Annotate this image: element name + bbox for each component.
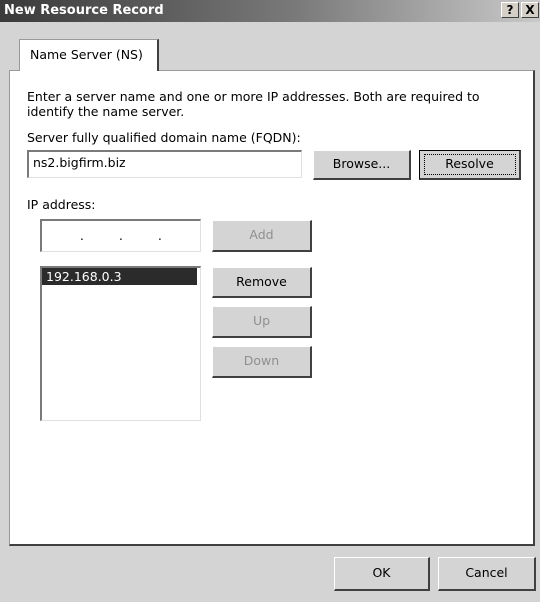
ip-octet-separator: . bbox=[119, 229, 123, 243]
help-button[interactable]: ? bbox=[501, 2, 519, 18]
title-bar[interactable]: New Resource Record ? X bbox=[0, 0, 540, 22]
instructions-text: Enter a server name and one or more IP a… bbox=[27, 89, 480, 119]
down-button[interactable]: Down bbox=[212, 346, 312, 378]
remove-label: Remove bbox=[236, 274, 287, 289]
list-item[interactable]: 192.168.0.3 bbox=[42, 268, 197, 285]
browse-button[interactable]: Browse... bbox=[313, 150, 411, 180]
browse-label: Browse... bbox=[332, 156, 391, 171]
ip-octet-separator: . bbox=[80, 229, 84, 243]
add-label: Add bbox=[249, 227, 274, 242]
ip-octet-separator: . bbox=[158, 229, 162, 243]
close-button[interactable]: X bbox=[521, 2, 539, 18]
cancel-label: Cancel bbox=[465, 565, 508, 580]
ok-button[interactable]: OK bbox=[334, 557, 430, 591]
fqdn-input[interactable]: ns2.bigfirm.biz bbox=[27, 150, 302, 178]
ip-address-label: IP address: bbox=[27, 197, 96, 212]
ok-label: OK bbox=[372, 565, 391, 580]
cancel-button[interactable]: Cancel bbox=[438, 557, 536, 591]
tab-label: Name Server (NS) bbox=[30, 47, 143, 62]
tab-name-server[interactable]: Name Server (NS) bbox=[19, 39, 159, 71]
fqdn-value: ns2.bigfirm.biz bbox=[33, 155, 126, 170]
ip-address-list[interactable]: 192.168.0.3 bbox=[40, 266, 201, 421]
fqdn-label: Server fully qualified domain name (FQDN… bbox=[27, 130, 301, 145]
down-label: Down bbox=[243, 353, 280, 368]
up-label: Up bbox=[252, 313, 271, 328]
add-button[interactable]: Add bbox=[212, 220, 312, 252]
ip-address-input[interactable]: . . . bbox=[40, 219, 201, 252]
focus-ring bbox=[424, 154, 516, 175]
window-title: New Resource Record bbox=[4, 3, 164, 18]
remove-button[interactable]: Remove bbox=[212, 267, 312, 298]
up-button[interactable]: Up bbox=[212, 306, 312, 338]
resolve-button[interactable]: Resolve bbox=[419, 150, 521, 180]
new-resource-record-dialog: New Resource Record ? X Name Server (NS)… bbox=[0, 0, 540, 602]
